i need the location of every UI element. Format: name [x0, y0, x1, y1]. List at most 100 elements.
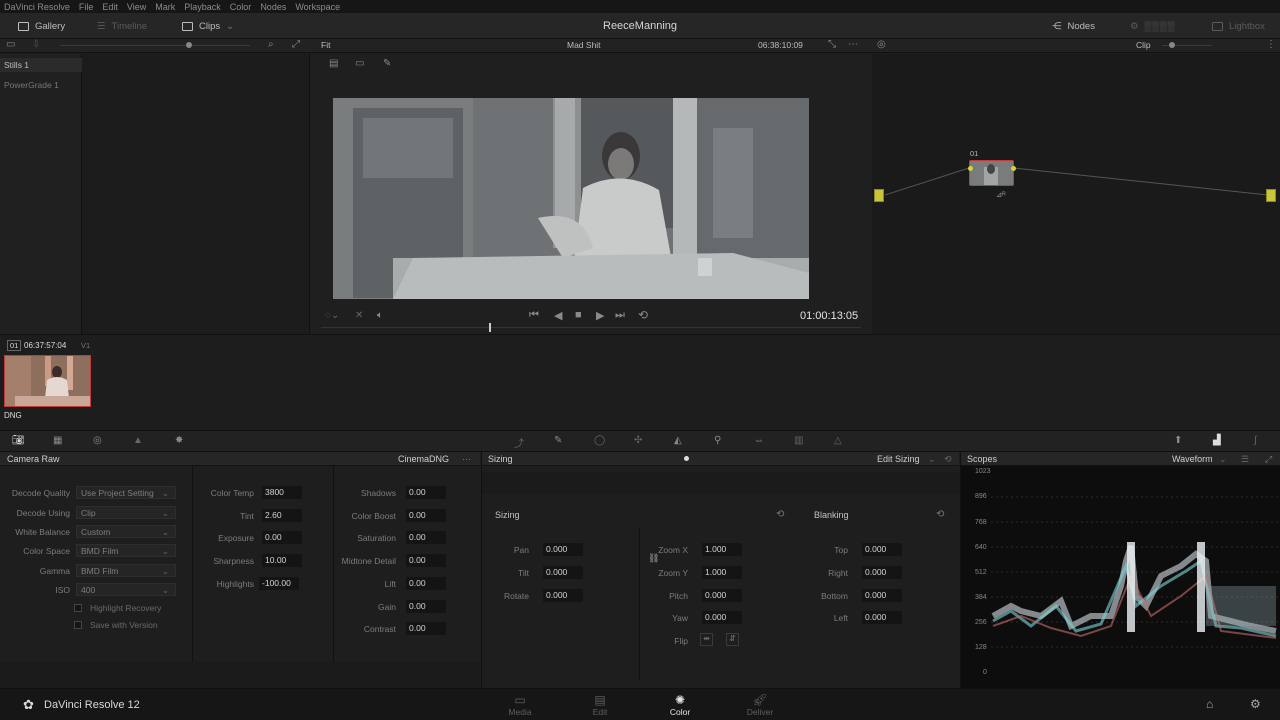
blank-bottom-field[interactable]: 0.000 [862, 589, 902, 602]
highlights-field[interactable]: -100.00 [259, 577, 299, 590]
motion-effects-icon[interactable]: ✸ [175, 435, 183, 446]
lift-field[interactable]: 0.00 [406, 577, 446, 590]
stop-icon[interactable]: ■ [575, 309, 582, 321]
gamma-select[interactable]: BMD Film ⌄ [76, 564, 176, 577]
yaw-field[interactable]: 0.000 [702, 611, 742, 624]
target-icon[interactable]: ◎ [877, 39, 886, 50]
first-frame-icon[interactable]: ⏮ [529, 309, 539, 322]
sidebar-toggle-icon[interactable]: ▭ [6, 39, 15, 50]
nodes-button[interactable]: ⋲ Nodes [1052, 13, 1095, 39]
blur-icon[interactable]: ◭ [674, 435, 682, 446]
curves-icon[interactable]: ⤴ [514, 435, 524, 450]
scope-settings-icon[interactable]: ☰ [1241, 452, 1249, 466]
album-item-powergrade[interactable]: PowerGrade 1 [0, 78, 82, 92]
play-icon[interactable]: ▶ [596, 309, 604, 322]
playhead[interactable] [489, 323, 491, 332]
clips-button[interactable]: Clips ⌄ [182, 13, 234, 39]
node-options-icon[interactable]: ⋮ [1266, 39, 1276, 50]
source-input-node[interactable] [874, 189, 884, 202]
home-icon[interactable]: ⌂ [1206, 697, 1213, 711]
node-input-port[interactable] [968, 166, 973, 171]
fit-dropdown[interactable]: Fit [321, 40, 330, 50]
tilt-field[interactable]: 0.000 [543, 566, 583, 579]
sizing-mode-dropdown[interactable]: Edit Sizing [877, 452, 920, 466]
scopes-icon[interactable]: ▟ [1213, 435, 1221, 446]
clip-thumbnail-card[interactable]: 01 06:37:57:04 V1 DNG [4, 340, 94, 420]
audio-icon[interactable]: ∫ [1254, 435, 1257, 446]
last-frame-icon[interactable]: ⏭ [615, 309, 625, 322]
contrast-field[interactable]: 0.00 [406, 622, 446, 635]
decode-quality-select[interactable]: Use Project Setting ⌄ [76, 486, 176, 499]
download-icon[interactable]: ⇩ [32, 39, 40, 50]
camera-raw-icon[interactable]: 📷︎ [12, 435, 25, 446]
gear-icon[interactable]: ⚙ [1250, 697, 1261, 711]
rotate-field[interactable]: 0.000 [543, 589, 583, 602]
color-boost-field[interactable]: 0.00 [406, 509, 446, 522]
color-space-select[interactable]: BMD Film ⌄ [76, 544, 176, 557]
menu-view[interactable]: View [127, 2, 146, 12]
node-zoom-handle[interactable] [1169, 42, 1175, 48]
menu-mark[interactable]: Mark [155, 2, 175, 12]
info-icon[interactable]: ⬆ [1174, 435, 1182, 446]
zoom-x-field[interactable]: 1.000 [702, 543, 742, 556]
loop-options-icon[interactable]: ◌⌄ [325, 310, 339, 321]
menu-edit[interactable]: Edit [102, 2, 118, 12]
menu-color[interactable]: Color [230, 2, 252, 12]
iso-select[interactable]: 400 ⌄ [76, 583, 176, 596]
tint-field[interactable]: 2.60 [262, 509, 302, 522]
expand-icon[interactable]: ⤢ [1265, 452, 1272, 466]
timeline-button[interactable]: ☰ Timeline [97, 13, 147, 39]
tracker-icon[interactable]: ✣ [634, 435, 642, 446]
output-node[interactable] [1266, 189, 1276, 202]
sharpness-field[interactable]: 10.00 [262, 554, 302, 567]
keyframes-icon[interactable]: △ [834, 435, 842, 446]
more-options-icon[interactable]: ⋯ [462, 452, 471, 466]
fullscreen-icon[interactable]: ⤡ [828, 39, 836, 50]
pan-field[interactable]: 0.000 [543, 543, 583, 556]
save-with-version-checkbox[interactable] [74, 621, 82, 629]
sizing-icon[interactable]: ⇔ [754, 435, 764, 446]
flip-horizontal-button[interactable]: ⇹ [700, 633, 713, 646]
blank-left-field[interactable]: 0.000 [862, 611, 902, 624]
search-icon[interactable]: ⌕ [268, 39, 274, 50]
scrubber-track[interactable] [321, 327, 861, 328]
gain-field[interactable]: 0.00 [406, 600, 446, 613]
shadows-field[interactable]: 0.00 [406, 486, 446, 499]
menu-app[interactable]: DaVinci Resolve [4, 2, 70, 12]
menu-nodes[interactable]: Nodes [260, 2, 286, 12]
highlight-recovery-checkbox[interactable] [74, 604, 82, 612]
reset-icon[interactable]: ⟲ [944, 452, 952, 466]
menu-workspace[interactable]: Workspace [295, 2, 340, 12]
primaries-bars-icon[interactable]: ▲ [133, 435, 143, 446]
lutfx-button[interactable]: ⚙ ▒▒▒▒ [1130, 13, 1175, 39]
video-frame[interactable] [333, 98, 809, 299]
menu-file[interactable]: File [79, 2, 94, 12]
page-edit-button[interactable]: ▤ Edit [575, 693, 625, 717]
saturation-field[interactable]: 0.00 [406, 531, 446, 544]
scope-type-dropdown[interactable]: Waveform [1172, 452, 1213, 466]
3d-icon[interactable]: ▥ [794, 435, 803, 446]
node-output-port[interactable] [1011, 166, 1016, 171]
highlight-icon[interactable]: ✎ [383, 58, 391, 69]
zoom-y-field[interactable]: 1.000 [702, 566, 742, 579]
clip-mode-dropdown[interactable]: Clip [1136, 40, 1151, 50]
exposure-field[interactable]: 0.00 [262, 531, 302, 544]
pitch-field[interactable]: 0.000 [702, 589, 742, 602]
expand-icon[interactable]: ⤢ [292, 39, 300, 50]
flip-vertical-button[interactable]: ⇵ [726, 633, 739, 646]
timeline-name[interactable]: Mad Shit [567, 40, 601, 50]
gallery-button[interactable]: Gallery [18, 13, 65, 39]
color-temp-field[interactable]: 3800 [262, 486, 302, 499]
album-item-stills[interactable]: Stills 1 [0, 58, 82, 72]
window-icon[interactable]: ◯ [594, 435, 605, 446]
split-screen-icon[interactable]: ▤ [329, 58, 338, 69]
more-options-icon[interactable]: ⋯ [848, 39, 858, 50]
midtone-detail-field[interactable]: 0.00 [406, 554, 446, 567]
page-deliver-button[interactable]: 🚀︎ Deliver [735, 693, 785, 717]
reset-sizing-icon[interactable]: ⟲ [776, 509, 784, 520]
decode-using-select[interactable]: Clip ⌄ [76, 506, 176, 519]
blank-right-field[interactable]: 0.000 [862, 566, 902, 579]
corrector-node-01[interactable] [969, 160, 1014, 186]
wipe-icon[interactable]: ▭ [355, 58, 364, 69]
raw-format-dropdown[interactable]: CinemaDNG [398, 452, 449, 466]
